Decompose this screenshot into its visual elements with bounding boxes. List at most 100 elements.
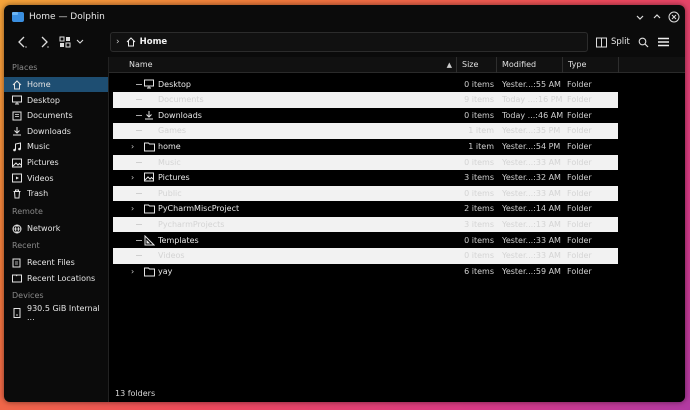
view-mode-icon[interactable]	[58, 32, 72, 52]
minimize-icon[interactable]	[634, 11, 646, 23]
file-size: 3 items	[464, 219, 494, 229]
sidebar-item-network[interactable]: Network	[4, 221, 108, 236]
file-size: 1 item	[468, 141, 494, 151]
devices-heading: Devices	[12, 291, 44, 300]
file-row[interactable]: Videos 0 items Yester...:33 AM Folder	[113, 248, 618, 264]
column-type[interactable]: Type	[563, 57, 619, 73]
file-type: Folder	[567, 204, 592, 214]
tree-line	[136, 130, 142, 132]
file-size: 2 items	[464, 204, 494, 214]
sidebar-item-pictures[interactable]: Pictures	[4, 155, 108, 170]
sidebar-item-desktop[interactable]: Desktop	[4, 93, 108, 108]
file-view[interactable]: Name ▲ Size Modified Type Desktop 0 items…	[109, 57, 685, 402]
file-modified: Yester...:33 AM	[502, 251, 561, 261]
file-type: Folder	[567, 126, 592, 136]
forward-button[interactable]	[36, 32, 52, 52]
remote-heading: Remote	[12, 207, 43, 216]
chevron-down-icon[interactable]	[74, 32, 86, 52]
sidebar-item-recent-locations[interactable]: Recent Locations	[4, 271, 108, 286]
sidebar-item-music[interactable]: Music	[4, 139, 108, 154]
sidebar-item-documents[interactable]: Documents	[4, 108, 108, 123]
file-type: Folder	[567, 110, 592, 120]
home-icon	[126, 37, 136, 47]
desktop-icon	[12, 95, 22, 105]
file-size: 0 items	[464, 251, 494, 261]
file-row[interactable]: PycharmProjects 3 items Yester...:13 AM Fol…	[113, 216, 618, 233]
split-button[interactable]: Split	[596, 32, 630, 52]
search-icon[interactable]	[636, 32, 650, 52]
file-name: PycharmProjects	[158, 219, 225, 229]
file-row[interactable]: Documents 9 items Today ...:16 PM Folder	[113, 92, 618, 108]
sidebar-item-930-5-gib-internal[interactable]: 930.5 GiB Internal ...	[4, 304, 108, 322]
hamburger-menu-icon[interactable]	[656, 32, 670, 52]
file-modified: Yester...:59 AM	[502, 266, 561, 276]
sidebar-item-downloads[interactable]: Downloads	[4, 124, 108, 139]
file-type: Folder	[567, 95, 592, 105]
breadcrumb-home[interactable]: Home	[140, 37, 168, 47]
file-row[interactable]: Templates 0 items Yester...:33 AM Folder	[113, 233, 618, 249]
file-size: 0 items	[464, 235, 494, 245]
tree-line	[136, 99, 142, 101]
column-name[interactable]: Name ▲	[124, 57, 457, 73]
tree-line	[136, 192, 142, 194]
file-modified: Today ...:46 AM	[502, 110, 564, 120]
file-size: 3 items	[464, 173, 494, 183]
downloads-icon	[144, 110, 155, 121]
file-name: home	[158, 141, 181, 151]
file-row[interactable]: Downloads 0 items Today ...:46 AM Folder	[113, 108, 618, 124]
expand-chevron-icon[interactable]: ›	[131, 267, 139, 276]
documents-icon	[12, 111, 22, 121]
file-modified: Yester...:33 AM	[502, 157, 561, 167]
file-modified: Yester...:55 AM	[502, 79, 561, 89]
sidebar-item-label: Home	[27, 80, 51, 89]
sidebar-item-label: Downloads	[27, 126, 71, 136]
folder-icon	[144, 203, 155, 214]
videos-icon	[12, 173, 22, 183]
split-icon	[596, 37, 607, 47]
file-size: 0 items	[464, 157, 494, 167]
file-modified: Yester...:33 AM	[502, 188, 561, 198]
file-name: Documents	[158, 95, 204, 105]
file-type: Folder	[567, 188, 592, 198]
file-modified: Yester...:32 AM	[502, 173, 561, 183]
sidebar-item-recent-files[interactable]: Recent Files	[4, 255, 108, 270]
sidebar-item-label: Desktop	[27, 95, 60, 105]
title-bar[interactable]: Home — Dolphin	[4, 5, 685, 29]
file-size: 6 items	[464, 266, 494, 276]
close-icon[interactable]	[668, 11, 680, 23]
desktop-icon	[144, 79, 155, 90]
toolbar: › Home Split	[4, 29, 685, 55]
maximize-icon[interactable]	[651, 11, 663, 23]
sidebar-item-label: Videos	[27, 173, 54, 183]
sidebar-item-label: Pictures	[27, 158, 59, 167]
sort-ascending-icon: ▲	[446, 61, 452, 69]
status-text: 13 folders	[115, 389, 156, 398]
file-size: 1 item	[468, 126, 494, 136]
expand-chevron-icon[interactable]: ›	[131, 173, 139, 182]
file-row[interactable]: Desktop 0 items Yester...:55 AM Folder	[113, 77, 618, 93]
column-modified[interactable]: Modified	[497, 57, 563, 73]
file-row[interactable]: › Pictures 3 items Yester...:32 AM Folder	[113, 170, 618, 186]
expand-chevron-icon[interactable]: ›	[131, 142, 139, 151]
file-row[interactable]: › home 1 item Yester...:54 PM Folder	[113, 139, 618, 155]
sidebar-item-home[interactable]: Home	[4, 77, 108, 92]
file-row[interactable]: Public 0 items Yester...:33 AM Folder	[113, 185, 618, 202]
file-type: Folder	[567, 219, 592, 229]
chevron-right-icon[interactable]: ›	[116, 37, 120, 47]
file-row[interactable]: Music 0 items Yester...:33 AM Folder	[113, 154, 618, 171]
column-size[interactable]: Size	[457, 57, 497, 73]
sidebar-item-label: Network	[27, 224, 61, 233]
file-row[interactable]: Games 1 item Yester...:35 PM Folder	[113, 123, 618, 139]
sidebar-item-trash[interactable]: Trash	[4, 186, 108, 201]
dolphin-window: Home — Dolphin › Home Split Places Home …	[4, 5, 685, 402]
file-name: Music	[158, 157, 181, 167]
expand-chevron-icon[interactable]: ›	[131, 204, 139, 213]
tree-line	[136, 83, 142, 85]
file-row[interactable]: › PyCharmMiscProject 2 items Yester...:14 A…	[113, 201, 618, 217]
sidebar-item-videos[interactable]: Videos	[4, 171, 108, 186]
back-button[interactable]	[14, 32, 30, 52]
file-row[interactable]: › yay 6 items Yester...:59 AM Folder	[113, 264, 618, 280]
file-modified: Today ...:16 PM	[502, 95, 563, 105]
location-bar[interactable]: › Home	[110, 32, 588, 52]
places-heading: Places	[12, 63, 38, 72]
